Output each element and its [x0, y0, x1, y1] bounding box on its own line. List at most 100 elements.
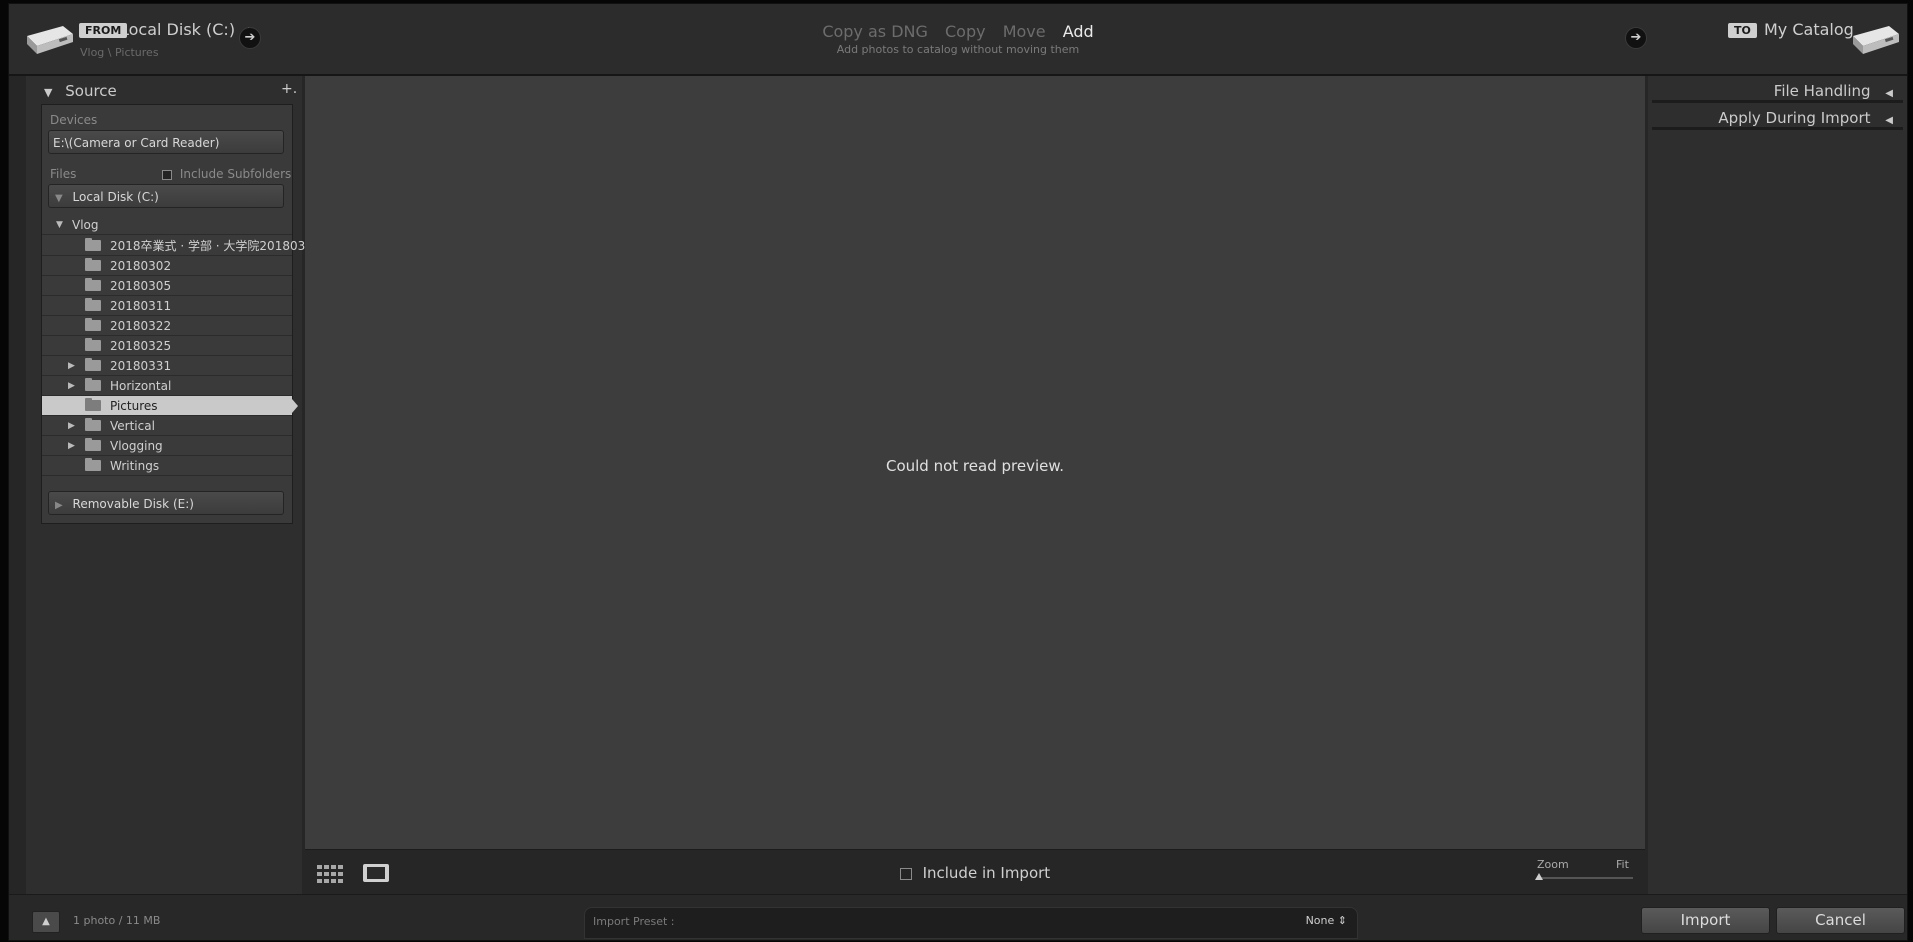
zoom-label: Zoom: [1537, 858, 1569, 871]
include-in-import-checkbox[interactable]: [899, 867, 912, 880]
local-disk-label: Local Disk (C:): [72, 190, 159, 204]
files-label: Files: [50, 167, 77, 181]
folder-name: 20180325: [110, 339, 172, 353]
top-bar: FROM Local Disk (C:) ⇕ Vlog \ Pictures ➔…: [9, 4, 1907, 76]
folder-vlog[interactable]: ▼ Vlog: [42, 215, 292, 235]
folder-icon: [85, 358, 101, 371]
bottom-bar: ▲ 1 photo / 11 MB Import Preset : None ⇕…: [9, 894, 1907, 940]
preview-area[interactable]: Could not read preview.: [305, 76, 1645, 849]
mode-move[interactable]: Move: [1003, 22, 1046, 41]
collapse-left-icon: ◀: [1885, 88, 1893, 99]
folder-name: Pictures: [110, 399, 158, 413]
preview-message: Could not read preview.: [885, 457, 1064, 475]
folder-icon: [85, 298, 101, 311]
mode-description: Add photos to catalog without moving the…: [836, 43, 1080, 56]
folder-name: 20180305: [110, 279, 172, 293]
folder-name: 20180302: [110, 259, 172, 273]
device-camera-card-reader[interactable]: E:\(Camera or Card Reader): [48, 130, 284, 154]
folder-item[interactable]: 20180322: [42, 316, 292, 336]
import-preset-label: Import Preset :: [593, 915, 675, 928]
include-subfolders-label: Include Subfolders: [179, 167, 292, 181]
import-dialog: FROM Local Disk (C:) ⇕ Vlog \ Pictures ➔…: [8, 3, 1908, 941]
apply-during-import-section[interactable]: Apply During Import ◀: [1718, 109, 1893, 127]
folder-item[interactable]: ▶ Vlogging: [42, 436, 292, 456]
expand-right-icon[interactable]: ▶: [68, 436, 75, 456]
expand-right-icon[interactable]: ▶: [68, 356, 75, 376]
folder-icon: [85, 438, 101, 451]
folder-item[interactable]: ▶ Horizontal: [42, 376, 292, 396]
folder-item[interactable]: Writings: [42, 456, 292, 476]
add-source-icon[interactable]: +.: [281, 81, 297, 97]
folder-icon: [85, 278, 101, 291]
section-divider: [1652, 100, 1903, 103]
folder-icon: [85, 458, 101, 471]
folder-item[interactable]: 20180305: [42, 276, 292, 296]
folder-item[interactable]: 20180325: [42, 336, 292, 356]
apply-during-import-label: Apply During Import: [1718, 109, 1871, 127]
preview-toolbar: Include in Import Zoom Fit: [305, 849, 1645, 895]
folder-name: 20180331: [110, 359, 172, 373]
folder-name: Vlogging: [110, 439, 163, 453]
expand-right-icon[interactable]: ▶: [68, 376, 75, 396]
devices-label: Devices: [50, 113, 98, 127]
source-panel-header[interactable]: ▼ Source: [44, 82, 117, 100]
folder-item[interactable]: ▶ 20180331: [42, 356, 292, 376]
destination-title[interactable]: My Catalog: [1764, 20, 1854, 39]
expand-right-icon: ▶: [55, 500, 63, 511]
folder-name: Vlog: [72, 218, 99, 232]
zoom-slider[interactable]: [1535, 873, 1633, 880]
selection-pointer-icon: [292, 399, 298, 413]
source-panel: ▼ Source +. Devices E:\(Camera or Card R…: [26, 76, 321, 894]
folder-icon: [85, 318, 101, 331]
folder-icon: [85, 378, 101, 391]
folder-icon: [85, 398, 101, 411]
folder-icon: [85, 338, 101, 351]
local-disk-volume[interactable]: ▼ Local Disk (C:): [48, 184, 284, 208]
folder-name: 20180311: [110, 299, 172, 313]
folder-name: Vertical: [110, 419, 155, 433]
folder-item[interactable]: 2018卒業式 · 学部 · 大学院20180315: [42, 236, 321, 256]
collapse-left-icon: ◀: [1885, 115, 1893, 126]
folder-item[interactable]: 20180311: [42, 296, 292, 316]
expand-right-icon[interactable]: ▶: [68, 416, 75, 436]
removable-disk-volume[interactable]: ▶ Removable Disk (E:): [48, 491, 284, 515]
expand-down-icon: ▼: [55, 193, 63, 204]
folder-item[interactable]: 20180302: [42, 256, 292, 276]
mode-copy-as-dng[interactable]: Copy as DNG: [822, 22, 928, 41]
import-preset-select[interactable]: None ⇕: [1306, 914, 1347, 927]
zoom-slider-thumb[interactable]: [1535, 873, 1543, 880]
import-mode-tabs: Copy as DNG Copy Move Add: [9, 22, 1907, 41]
file-handling-section[interactable]: File Handling ◀: [1774, 82, 1893, 100]
folder-name: 2018卒業式 · 学部 · 大学院20180315: [110, 239, 321, 253]
folder-icon: [85, 418, 101, 431]
destination-arrow-icon[interactable]: ➔: [1625, 27, 1647, 49]
collapse-triangle-icon: ▼: [44, 86, 53, 99]
folder-icon: [85, 238, 101, 251]
folder-item[interactable]: ▶ Vertical: [42, 416, 292, 436]
mode-add[interactable]: Add: [1063, 22, 1094, 41]
import-preset-bar: Import Preset : None ⇕: [584, 907, 1358, 939]
removable-disk-label: Removable Disk (E:): [72, 497, 194, 511]
section-divider: [1652, 127, 1903, 130]
folder-item[interactable]: Pictures: [42, 396, 298, 416]
folder-name: Writings: [110, 459, 160, 473]
folder-name: 20180322: [110, 319, 172, 333]
include-subfolders-toggle[interactable]: Include Subfolders: [162, 167, 291, 181]
include-in-import-toggle[interactable]: Include in Import: [305, 864, 1645, 882]
expand-up-icon[interactable]: ▲: [32, 911, 60, 933]
folder-icon: [85, 258, 101, 271]
file-handling-label: File Handling: [1773, 82, 1871, 100]
settings-panel: File Handling ◀ Apply During Import ◀: [1648, 76, 1907, 894]
import-button[interactable]: Import: [1641, 907, 1770, 934]
to-chip: TO: [1728, 23, 1757, 38]
source-tree: Devices E:\(Camera or Card Reader) Files…: [41, 104, 321, 524]
cancel-button[interactable]: Cancel: [1776, 907, 1905, 934]
device-label: E:\(Camera or Card Reader): [53, 136, 220, 150]
mode-copy[interactable]: Copy: [945, 22, 986, 41]
include-subfolders-checkbox[interactable]: [162, 169, 172, 180]
expand-down-icon[interactable]: ▼: [56, 215, 63, 235]
zoom-fit-label: Fit: [1616, 858, 1629, 871]
destination-disk-icon[interactable]: [1849, 22, 1903, 58]
source-header-label: Source: [65, 82, 117, 100]
folder-name: Horizontal: [110, 379, 172, 393]
